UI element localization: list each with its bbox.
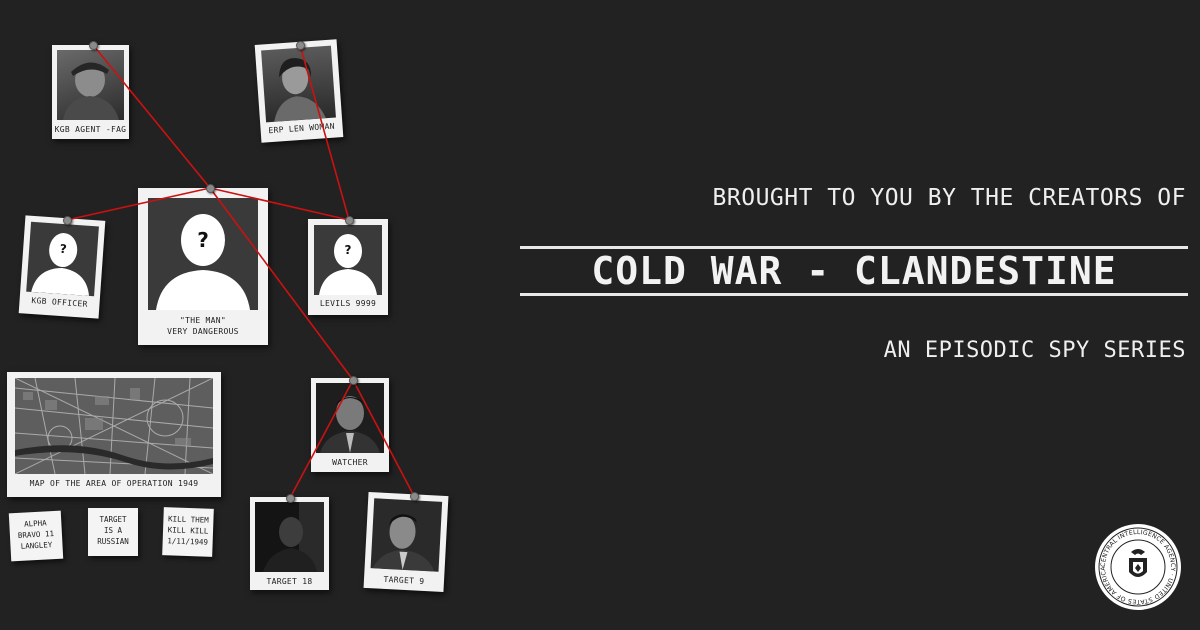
- woman-portrait-icon: [274, 58, 326, 122]
- unknown-person-icon: [319, 234, 377, 295]
- photo-watcher: WATCHER: [311, 378, 389, 472]
- note-target-russian: TARGET IS A RUSSIAN: [88, 508, 138, 556]
- photo-target-18: TARGET 18: [250, 497, 329, 590]
- erp-len-image: [261, 45, 336, 123]
- target-18-caption: TARGET 18: [266, 577, 313, 586]
- note-kill: KILL THEM KILL KILL 1/11/1949: [162, 507, 214, 557]
- pin-icon: [345, 216, 354, 225]
- photo-the-man: ? "THE MAN" VERY DANGEROUS: [138, 188, 268, 345]
- note-line: 1/11/1949: [167, 536, 209, 547]
- levels-image: ?: [314, 225, 382, 295]
- the-man-image: ?: [148, 198, 258, 310]
- kgb-officer-image: ?: [26, 221, 99, 297]
- question-mark: ?: [197, 228, 209, 252]
- shadowed-man-portrait-icon: [263, 502, 324, 572]
- photo-erp-len: ERP LEN WOMAN: [254, 39, 344, 143]
- pin-icon: [410, 492, 419, 501]
- pin-icon: [286, 494, 295, 503]
- target-9-caption: TARGET 9: [383, 574, 425, 587]
- watcher-image: [316, 383, 384, 453]
- tagline: BROUGHT TO YOU BY THE CREATORS OF: [712, 185, 1186, 211]
- photo-map: MAP OF THE AREA OF OPERATION 1949: [7, 372, 221, 497]
- evidence-board: KGB AGENT -FAG ERP LEN WOMAN ? "THE MAN"…: [0, 0, 560, 630]
- photo-kgb-officer: ? KGB OFFICER: [18, 215, 106, 319]
- kgb-agent-caption: KGB AGENT -FAG: [54, 125, 127, 134]
- erp-len-caption: ERP LEN WOMAN: [268, 121, 336, 136]
- city-map-icon: [15, 378, 213, 474]
- the-man-caption-line2: VERY DANGEROUS: [167, 327, 239, 336]
- map-image: [15, 378, 213, 474]
- cia-seal-icon: CENTRAL INTELLIGENCE AGENCY · UNITED STA…: [1095, 524, 1181, 610]
- target-18-image: [255, 502, 324, 572]
- note-line: TARGET: [99, 515, 127, 524]
- photo-levels: ? LEVILS 9999: [308, 219, 388, 315]
- pin-icon: [89, 41, 98, 50]
- unknown-person-icon: [156, 214, 250, 310]
- man-in-suit-portrait-icon: [320, 396, 380, 453]
- pin-icon: [296, 41, 305, 50]
- series-subtitle: AN EPISODIC SPY SERIES: [883, 338, 1186, 363]
- question-mark: ?: [344, 243, 352, 257]
- soldier-portrait-icon: [63, 62, 119, 120]
- note-line: IS A: [103, 526, 123, 535]
- page-title: COLD WAR - CLANDESTINE: [591, 249, 1117, 293]
- target-9-image: [370, 498, 443, 572]
- levels-caption: LEVILS 9999: [319, 299, 377, 308]
- man-in-suit-portrait-icon: [372, 514, 435, 572]
- pin-icon: [63, 216, 72, 225]
- pin-icon: [206, 184, 215, 193]
- title-banner: COLD WAR - CLANDESTINE: [520, 246, 1188, 296]
- photo-kgb-agent: KGB AGENT -FAG: [52, 45, 129, 139]
- photo-target-9: TARGET 9: [363, 491, 449, 593]
- unknown-person-icon: [31, 233, 90, 296]
- kgb-agent-image: [57, 50, 124, 120]
- kgb-officer-caption: KGB OFFICER: [31, 295, 88, 309]
- note-line: RUSSIAN: [97, 537, 129, 546]
- map-caption: MAP OF THE AREA OF OPERATION 1949: [29, 479, 199, 488]
- the-man-caption-line1: "THE MAN": [179, 316, 227, 325]
- note-alpha: ALPHA BRAVO 11 LANGLEY: [8, 510, 64, 562]
- watcher-caption: WATCHER: [332, 458, 368, 467]
- pin-icon: [349, 376, 358, 385]
